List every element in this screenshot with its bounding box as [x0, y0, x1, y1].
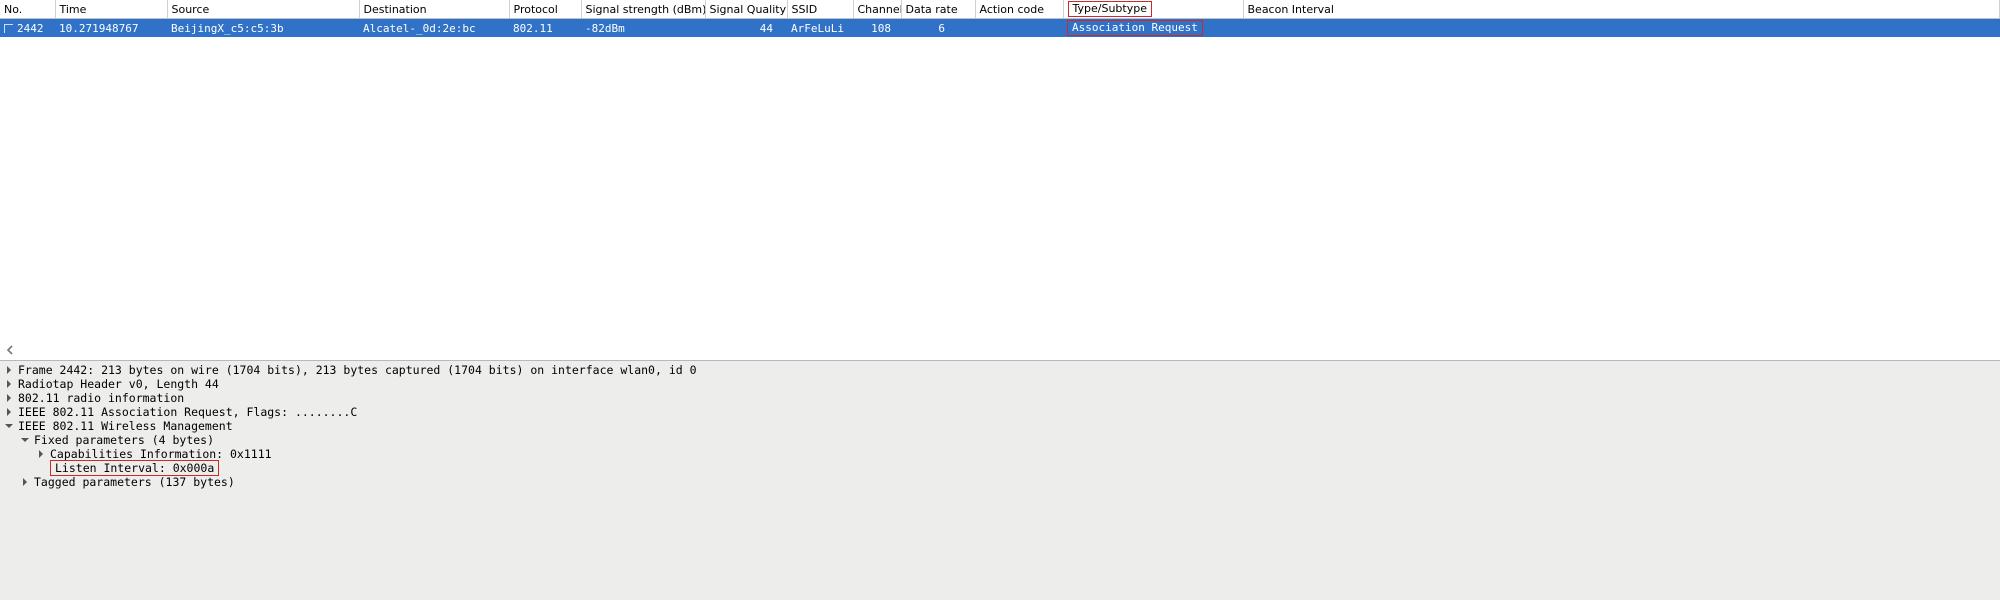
- tree-wmgmt-label: IEEE 802.11 Wireless Management: [18, 419, 233, 433]
- packet-list-pane: No. Time Source Destination Protocol Sig…: [0, 0, 2000, 37]
- cell-action: [975, 19, 1063, 38]
- col-header-type[interactable]: Type/Subtype: [1063, 0, 1243, 19]
- chevron-right-icon[interactable]: [4, 365, 14, 375]
- tree-radioinfo-label: 802.11 radio information: [18, 391, 184, 405]
- packet-table: No. Time Source Destination Protocol Sig…: [0, 0, 2000, 37]
- cell-type-value: Association Request: [1067, 20, 1203, 36]
- cell-signal: -82dBm: [581, 19, 705, 38]
- chevron-right-icon[interactable]: [36, 449, 46, 459]
- cell-no-value: 2442: [17, 22, 44, 35]
- col-header-source[interactable]: Source: [167, 0, 359, 19]
- cell-datarate: 6: [901, 19, 975, 38]
- tree-radiotap[interactable]: Radiotap Header v0, Length 44: [0, 377, 2000, 391]
- chevron-right-icon[interactable]: [4, 379, 14, 389]
- tree-caps-info-label: Capabilities Information: 0x1111: [50, 447, 272, 461]
- col-header-datarate[interactable]: Data rate: [901, 0, 975, 19]
- first-packet-marker-icon: [4, 24, 13, 33]
- cell-beacon: [1243, 19, 2000, 38]
- cell-time: 10.271948767: [55, 19, 167, 38]
- col-header-beacon[interactable]: Beacon Interval: [1243, 0, 2000, 19]
- tree-radioinfo[interactable]: 802.11 radio information: [0, 391, 2000, 405]
- packet-row-selected[interactable]: 2442 10.271948767 BeijingX_c5:c5:3b Alca…: [0, 19, 2000, 38]
- tree-assocreq[interactable]: IEEE 802.11 Association Request, Flags: …: [0, 405, 2000, 419]
- tree-fixed-params-label: Fixed parameters (4 bytes): [34, 433, 214, 447]
- tree-listen-interval[interactable]: Listen Interval: 0x000a: [0, 461, 2000, 475]
- tree-caps-info[interactable]: Capabilities Information: 0x1111: [0, 447, 2000, 461]
- packet-list-empty-area[interactable]: [0, 37, 2000, 360]
- tree-tagged-params-label: Tagged parameters (137 bytes): [34, 475, 235, 489]
- col-header-ssid[interactable]: SSID: [787, 0, 853, 19]
- cell-source: BeijingX_c5:c5:3b: [167, 19, 359, 38]
- tree-tagged-params[interactable]: Tagged parameters (137 bytes): [0, 475, 2000, 489]
- tree-wmgmt[interactable]: IEEE 802.11 Wireless Management: [0, 419, 2000, 433]
- chevron-right-icon[interactable]: [4, 393, 14, 403]
- cell-proto: 802.11: [509, 19, 581, 38]
- cell-dest: Alcatel-_0d:2e:bc: [359, 19, 509, 38]
- tree-radiotap-label: Radiotap Header v0, Length 44: [18, 377, 219, 391]
- chevron-down-icon[interactable]: [20, 435, 30, 445]
- cell-no: 2442: [0, 19, 55, 38]
- col-header-time[interactable]: Time: [55, 0, 167, 19]
- tree-frame-label: Frame 2442: 213 bytes on wire (1704 bits…: [18, 363, 697, 377]
- col-header-no[interactable]: No.: [0, 0, 55, 19]
- packet-table-header: No. Time Source Destination Protocol Sig…: [0, 0, 2000, 19]
- col-header-quality[interactable]: Signal Quality: [705, 0, 787, 19]
- packet-details-pane: Frame 2442: 213 bytes on wire (1704 bits…: [0, 360, 2000, 600]
- scroll-left-icon[interactable]: [4, 344, 16, 356]
- col-header-action[interactable]: Action code: [975, 0, 1063, 19]
- cell-type: Association Request: [1063, 19, 1243, 38]
- tree-fixed-params[interactable]: Fixed parameters (4 bytes): [0, 433, 2000, 447]
- col-header-protocol[interactable]: Protocol: [509, 0, 581, 19]
- chevron-down-icon[interactable]: [4, 421, 14, 431]
- tree-frame[interactable]: Frame 2442: 213 bytes on wire (1704 bits…: [0, 363, 2000, 377]
- col-header-signal[interactable]: Signal strength (dBm): [581, 0, 705, 19]
- col-header-destination[interactable]: Destination: [359, 0, 509, 19]
- chevron-right-icon[interactable]: [20, 477, 30, 487]
- cell-channel: 108: [853, 19, 901, 38]
- cell-quality: 44: [705, 19, 787, 38]
- tree-assocreq-label: IEEE 802.11 Association Request, Flags: …: [18, 405, 357, 419]
- tree-listen-interval-label: Listen Interval: 0x000a: [50, 460, 219, 476]
- chevron-right-icon[interactable]: [4, 407, 14, 417]
- col-header-channel[interactable]: Channel: [853, 0, 901, 19]
- cell-ssid: ArFeLuLi: [787, 19, 853, 38]
- col-header-type-label: Type/Subtype: [1068, 1, 1152, 17]
